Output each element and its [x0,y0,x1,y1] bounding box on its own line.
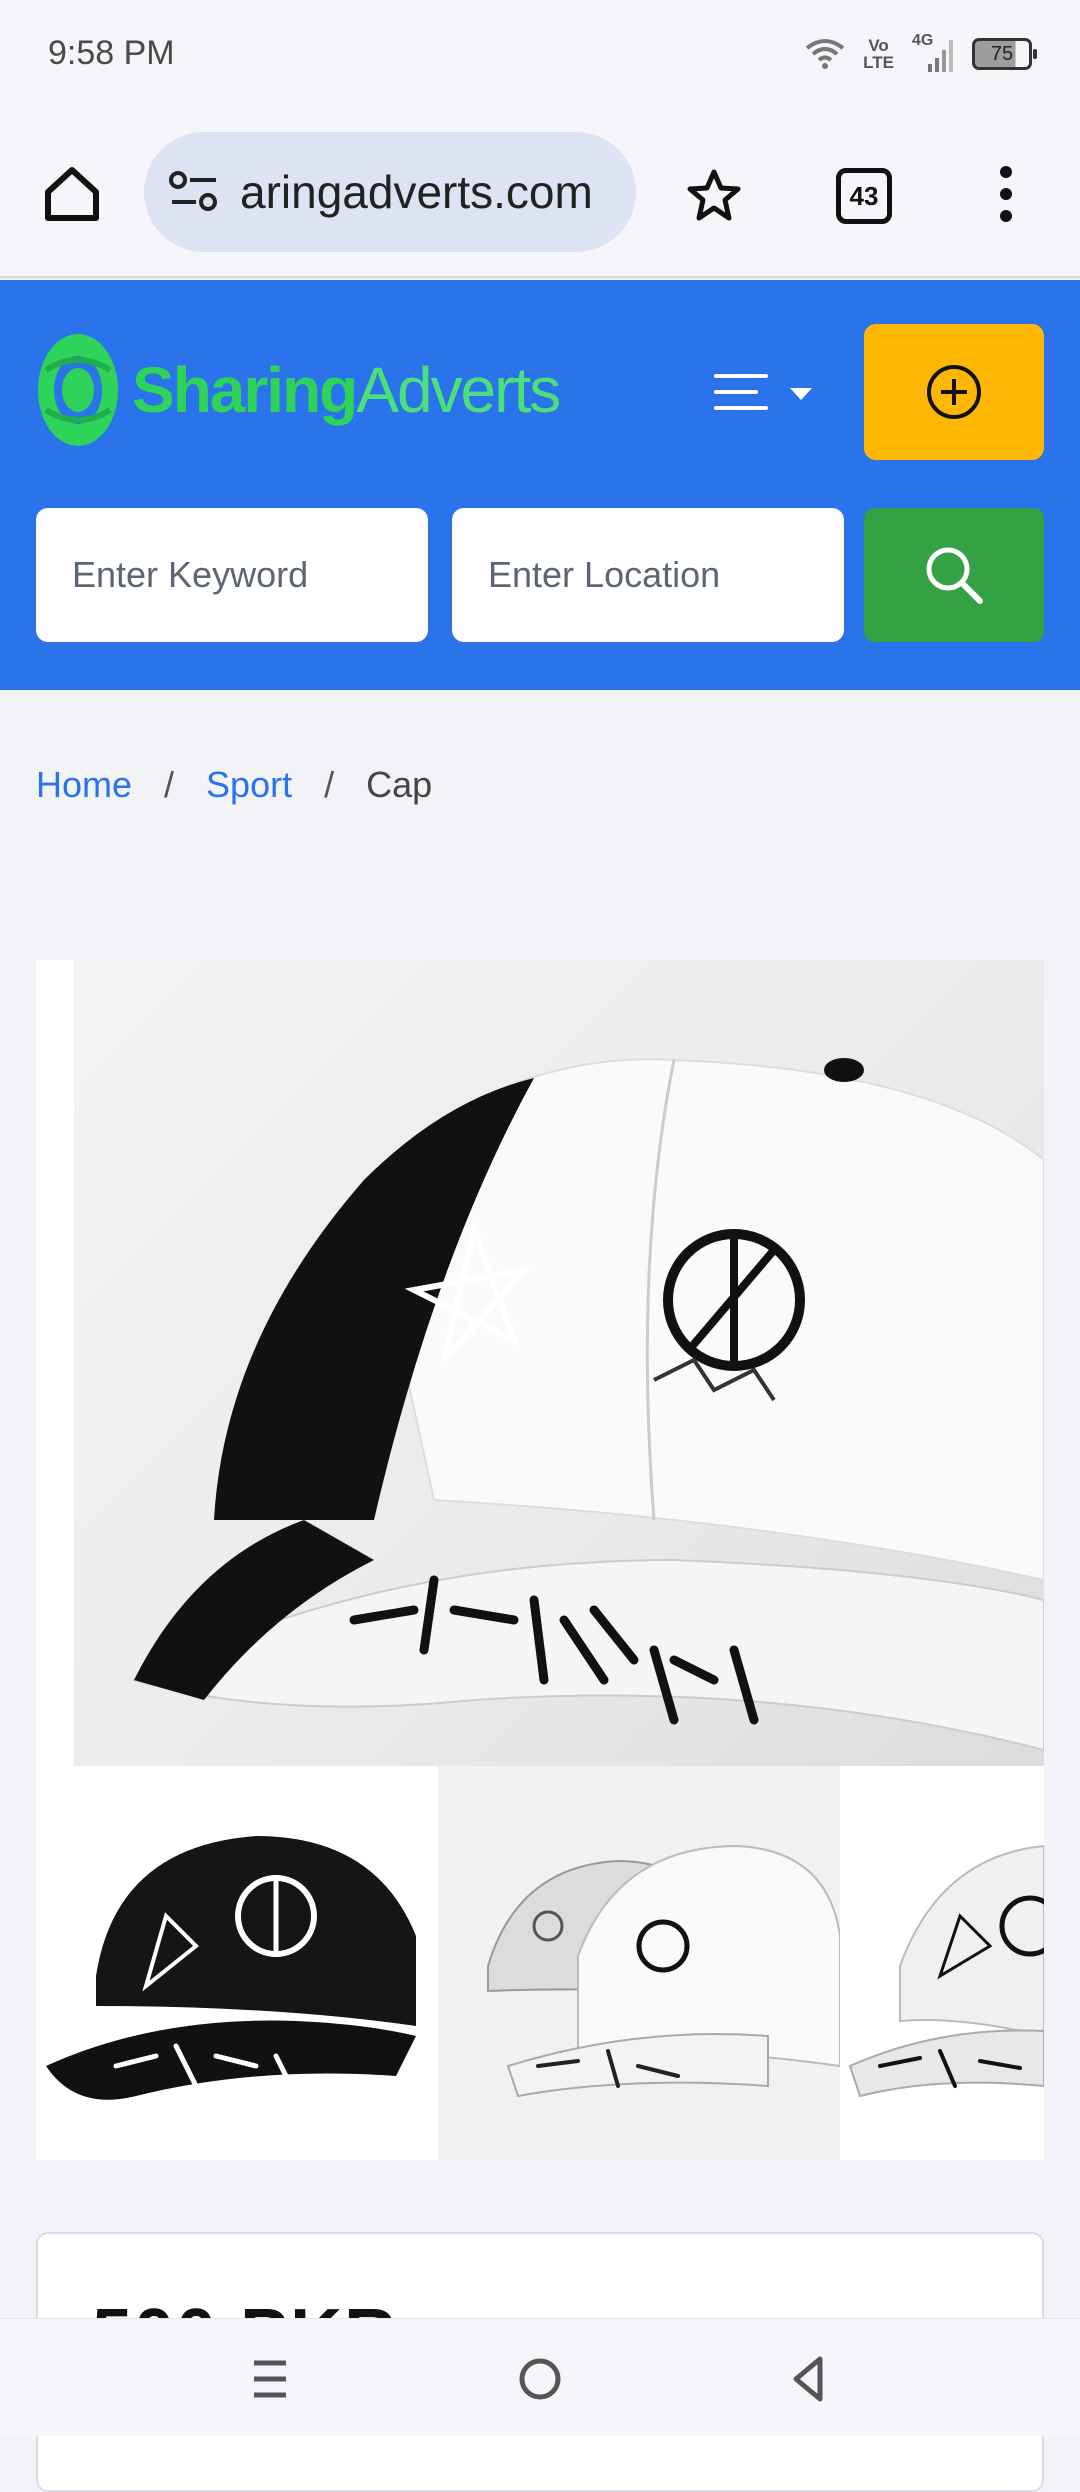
url-text: aringadverts.com [240,166,593,218]
cap-black-illustration [46,1836,416,2100]
breadcrumb: Home / Sport / Cap [36,764,432,806]
site-settings-icon[interactable] [168,170,220,214]
breadcrumb-separator: / [324,764,335,805]
status-bar: 9:58 PM Vo LTE 4G 75 [0,0,1080,110]
volte-indicator: Vo LTE [863,37,894,71]
site-logo[interactable]: SharingAdverts [36,330,561,450]
keyword-field[interactable] [36,508,428,642]
system-navigation-bar [0,2318,1080,2436]
site-header: SharingAdverts [0,280,1080,690]
recent-apps-icon[interactable] [240,2349,300,2409]
search-icon [926,547,983,604]
product-gallery[interactable] [36,960,1044,2160]
location-input[interactable] [488,554,844,596]
product-thumbnail[interactable] [438,1766,840,2160]
plus-circle-icon [927,365,981,419]
tab-switcher-button[interactable]: 43 [836,168,892,224]
status-icons: Vo LTE 4G 75 [805,32,1037,76]
breadcrumb-current: Cap [366,764,433,805]
volte-top-label: Vo [868,36,889,55]
volte-bottom-label: LTE [863,53,894,72]
wifi-icon [805,39,845,69]
cap-illustration [131,1058,1044,1752]
more-vert-icon[interactable] [986,162,1026,226]
signal-icon: 4G [912,32,954,74]
logo-text: SharingAdverts [132,353,561,427]
logo-text-light: Adverts [356,354,561,426]
keyword-input[interactable] [72,554,428,596]
logo-text-bold: Sharing [132,354,358,426]
home-circle-icon[interactable] [510,2349,570,2409]
cap-white-illustration [848,1844,1044,2098]
post-ad-button[interactable] [864,324,1044,460]
battery-level: 75 [990,42,1014,65]
tab-count: 43 [849,180,879,211]
breadcrumb-home-link[interactable]: Home [36,764,132,806]
status-time: 9:58 PM [48,34,175,72]
battery-icon: 75 [972,38,1037,70]
cap-grey-illustration [487,1844,840,2098]
bookmark-star-icon[interactable] [686,168,742,224]
breadcrumb-separator: / [164,764,175,805]
product-main-image[interactable] [74,960,1044,1766]
breadcrumb-category-link[interactable]: Sport [206,764,292,806]
browser-toolbar: aringadverts.com 43 [0,110,1080,278]
search-button[interactable] [864,508,1044,642]
menu-dropdown-icon[interactable] [712,368,822,418]
back-icon[interactable] [780,2349,840,2409]
product-thumbnail[interactable] [36,1766,438,2160]
address-bar[interactable]: aringadverts.com [144,132,636,252]
location-field[interactable] [452,508,844,642]
home-icon[interactable] [40,162,104,226]
product-thumbnail[interactable] [840,1766,1044,2160]
logo-mark-icon [38,334,118,446]
